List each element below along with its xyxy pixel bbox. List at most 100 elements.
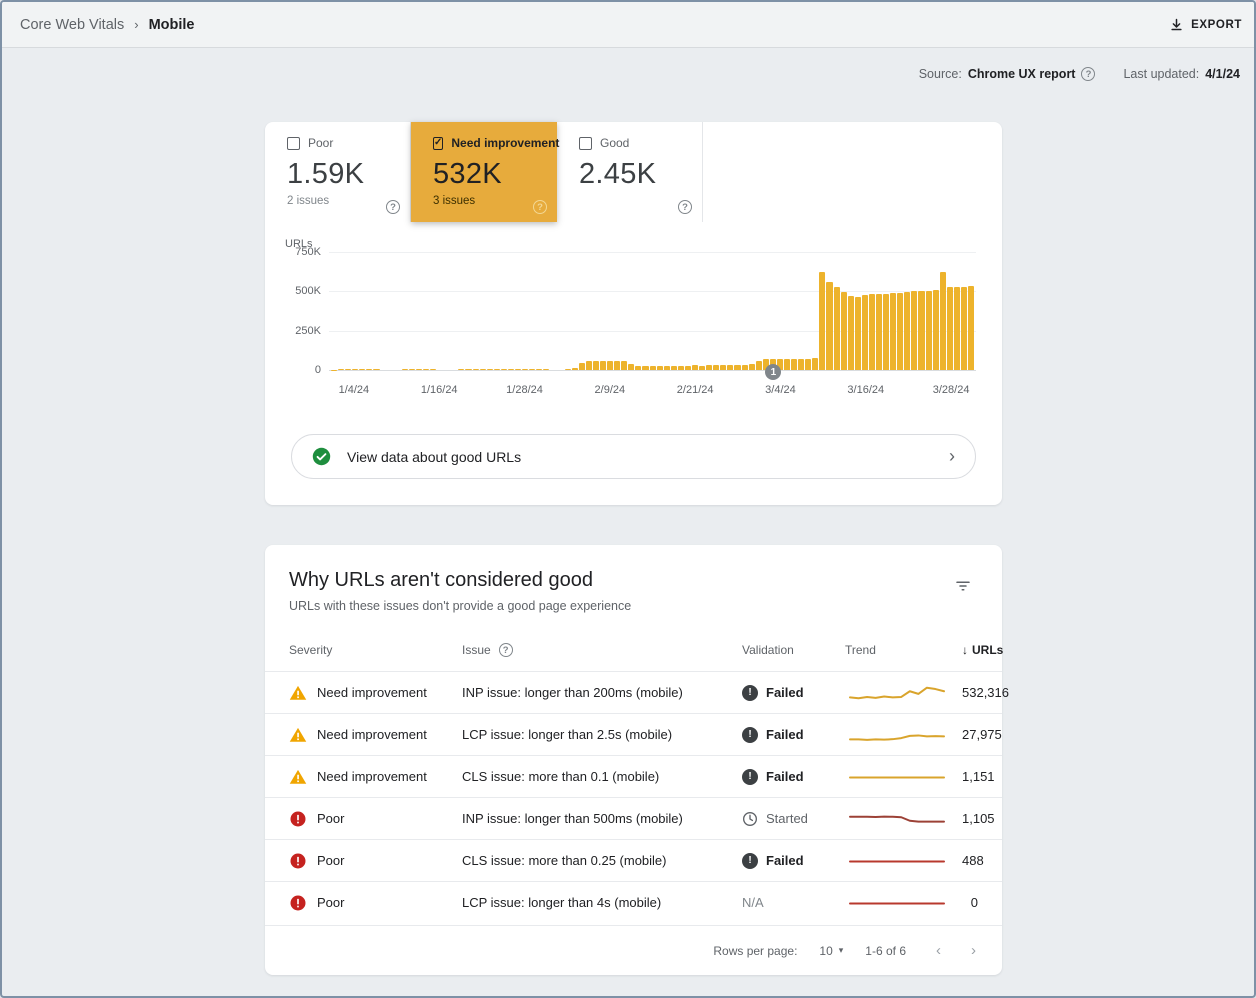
plot-wrap: 750K 500K 250K 0 xyxy=(283,252,976,370)
col-urls[interactable]: ↓ URLs xyxy=(962,643,1003,657)
table-header-row: Severity Issue ? Validation Trend ↓ URLs xyxy=(265,629,1002,671)
validation-cell: ! Failed xyxy=(742,769,845,785)
urls-cell: 488 xyxy=(962,853,984,868)
chart-bar[interactable] xyxy=(947,287,953,370)
chart-bar[interactable] xyxy=(826,282,832,370)
chart-bar[interactable] xyxy=(918,291,924,370)
poor-checkbox[interactable] xyxy=(287,137,300,150)
table-row[interactable]: Poor INP issue: longer than 500ms (mobil… xyxy=(265,797,1002,839)
validation-label: Failed xyxy=(766,727,804,742)
table-row[interactable]: Poor LCP issue: longer than 4s (mobile) … xyxy=(265,881,1002,923)
filter-icon xyxy=(954,577,972,595)
col-issue[interactable]: Issue ? xyxy=(462,643,742,657)
good-checkbox[interactable] xyxy=(579,137,592,150)
chart-bar[interactable] xyxy=(819,272,825,370)
last-updated-value: 4/1/24 xyxy=(1205,67,1240,81)
issue-cell: INP issue: longer than 500ms (mobile) xyxy=(462,811,742,826)
breadcrumb-mobile: Mobile xyxy=(149,17,195,33)
chart-bar[interactable] xyxy=(607,361,613,370)
chart-bar[interactable] xyxy=(841,292,847,370)
chart-bar[interactable] xyxy=(869,294,875,370)
chart-bar[interactable] xyxy=(586,361,592,370)
chart-bar[interactable] xyxy=(855,297,861,370)
chart-bar[interactable] xyxy=(593,361,599,370)
prev-page-button[interactable]: ‹ xyxy=(936,942,941,959)
next-page-button[interactable]: › xyxy=(971,942,976,959)
x-tick-label: 2/21/24 xyxy=(677,384,714,396)
chart-bar[interactable] xyxy=(897,293,903,370)
chip-need-improvement[interactable]: Need improvement 532K 3 issues ? xyxy=(411,122,557,222)
need-improvement-checkbox[interactable] xyxy=(433,137,443,150)
source-help-icon[interactable]: ? xyxy=(1081,67,1095,81)
warning-triangle-icon xyxy=(289,726,307,744)
y-axis-title: URLs xyxy=(285,238,976,250)
chart-bar[interactable] xyxy=(933,290,939,370)
pagination-nav: ‹ › xyxy=(936,942,976,959)
urls-cell: 0 xyxy=(971,895,978,910)
table-row[interactable]: Need improvement CLS issue: more than 0.… xyxy=(265,755,1002,797)
chart-annotation-marker[interactable]: 1 xyxy=(765,364,781,380)
chart-bar[interactable] xyxy=(621,361,627,370)
urls-cell: 1,105 xyxy=(962,811,995,826)
help-icon[interactable]: ? xyxy=(533,200,547,214)
rows-per-page-select[interactable]: 10 ▾ xyxy=(819,944,843,958)
trend-sparkline xyxy=(845,807,949,831)
col-severity[interactable]: Severity xyxy=(289,643,462,657)
good-urls-banner[interactable]: View data about good URLs › xyxy=(291,434,976,479)
chart-bar[interactable] xyxy=(890,293,896,370)
chart-bar[interactable] xyxy=(954,287,960,370)
chip-poor[interactable]: Poor 1.59K 2 issues ? xyxy=(265,122,411,222)
chip-good[interactable]: Good 2.45K ? xyxy=(557,122,703,222)
chart-bar[interactable] xyxy=(600,361,606,370)
trend-sparkline xyxy=(845,849,949,873)
trend-sparkline xyxy=(845,723,949,747)
issue-cell: LCP issue: longer than 4s (mobile) xyxy=(462,895,742,910)
issues-subtitle: URLs with these issues don't provide a g… xyxy=(289,599,631,613)
chart-bar[interactable] xyxy=(968,286,974,370)
chart-bar[interactable] xyxy=(791,359,797,370)
failed-icon: ! xyxy=(742,685,758,701)
chart-bar[interactable] xyxy=(876,294,882,370)
export-button[interactable]: EXPORT xyxy=(1167,11,1244,38)
urls-cell: 27,975 xyxy=(962,727,1002,742)
clock-icon xyxy=(742,811,758,827)
breadcrumb-separator-icon: › xyxy=(134,17,138,32)
filter-button[interactable] xyxy=(948,571,978,604)
table-row[interactable]: Poor CLS issue: more than 0.25 (mobile) … xyxy=(265,839,1002,881)
help-icon[interactable]: ? xyxy=(386,200,400,214)
urls-cell: 532,316 xyxy=(962,685,1009,700)
y-tick-label: 500K xyxy=(295,285,321,297)
banner-label: View data about good URLs xyxy=(347,449,521,465)
chart-bar[interactable] xyxy=(961,287,967,370)
col-trend[interactable]: Trend xyxy=(845,643,962,657)
chart-bar[interactable] xyxy=(756,361,762,370)
chip-value: 532K xyxy=(433,158,543,191)
chart-bar[interactable] xyxy=(834,287,840,370)
help-icon[interactable]: ? xyxy=(678,200,692,214)
breadcrumb-core-web-vitals[interactable]: Core Web Vitals xyxy=(20,17,124,33)
chart-bar[interactable] xyxy=(862,295,868,370)
chart-bar[interactable] xyxy=(883,294,889,370)
chart-bar[interactable] xyxy=(614,361,620,370)
validation-label: Started xyxy=(766,811,808,826)
chart-bar[interactable] xyxy=(940,272,946,370)
table-row[interactable]: Need improvement LCP issue: longer than … xyxy=(265,713,1002,755)
chart-bar[interactable] xyxy=(848,296,854,370)
validation-label: N/A xyxy=(742,895,764,910)
issue-cell: LCP issue: longer than 2.5s (mobile) xyxy=(462,727,742,742)
chart-bar[interactable] xyxy=(784,359,790,370)
chip-value: 1.59K xyxy=(287,158,396,191)
severity-label: Poor xyxy=(317,811,344,826)
chart-bar[interactable] xyxy=(579,363,585,370)
poor-circle-icon xyxy=(289,852,307,870)
chart-bar[interactable] xyxy=(805,359,811,370)
severity-cell: Poor xyxy=(289,810,462,828)
chart-bar[interactable] xyxy=(798,359,804,370)
table-row[interactable]: Need improvement INP issue: longer than … xyxy=(265,671,1002,713)
chart-bar[interactable] xyxy=(904,292,910,370)
issue-help-icon[interactable]: ? xyxy=(499,643,513,657)
chart-bar[interactable] xyxy=(926,291,932,370)
col-validation[interactable]: Validation xyxy=(742,643,845,657)
chart-bar[interactable] xyxy=(911,291,917,370)
chart-bar[interactable] xyxy=(812,358,818,370)
